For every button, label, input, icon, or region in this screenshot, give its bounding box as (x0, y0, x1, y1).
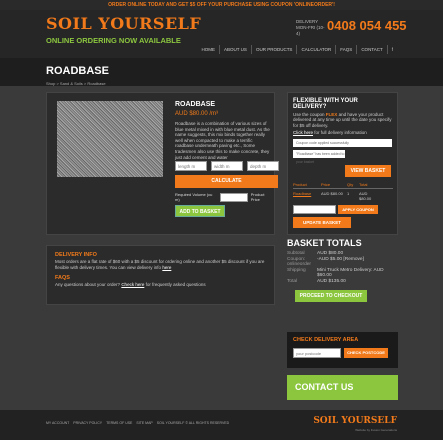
cart-header: Product Price Qty Total (293, 182, 393, 189)
delivery-info-title: DELIVERY INFO (55, 252, 97, 258)
update-basket-button[interactable]: UPDATE BASKET (293, 217, 351, 228)
check-delivery-area: CHECK DELIVERY AREA CHECK POSTCODE (287, 332, 398, 368)
phone-number[interactable]: 0408 054 455 (327, 18, 407, 33)
nav-products[interactable]: OUR PRODUCTS (250, 45, 297, 54)
volume-label: Required Volume (cu m) (175, 192, 213, 202)
promo-banner: ORDER ONLINE TODAY AND GET $5 OFF YOUR P… (0, 0, 443, 10)
facebook-icon[interactable]: f (386, 45, 397, 54)
length-input[interactable] (175, 161, 207, 171)
product-panel: ROADBASE AUD $80.00 /m³ Roadbase is a co… (46, 92, 279, 235)
flex-link-row: Click here for full delivery information (293, 130, 367, 136)
faqs-text: Any questions about your order? Check he… (55, 281, 206, 287)
footer-logo: SOIL YOURSELF (313, 416, 397, 426)
volume-row: Required Volume (cu m) Product Price (175, 192, 274, 202)
nav-faqs[interactable]: FAQS (335, 45, 356, 54)
added-notice: "Roadbase" has been added to your basket (293, 149, 345, 164)
delivery-info-link[interactable]: here (162, 265, 171, 270)
depth-input[interactable] (247, 161, 279, 171)
footer-link-sitemap[interactable]: SITE MAP (136, 421, 152, 425)
check-area-title: CHECK DELIVERY AREA (293, 337, 359, 343)
calculate-button[interactable]: CALCULATE (175, 175, 278, 188)
totals-row: Shipping Mini Truck Metro Delivery: AUD $… (287, 267, 384, 279)
faqs-title: FAQS (55, 274, 70, 281)
coupon-notice: Coupon code applied successfully (293, 138, 392, 147)
product-title: ROADBASE (175, 101, 216, 108)
flexible-delivery-panel: FLEXIBLE WITH YOUR DELIVERY? Use the cou… (287, 92, 398, 235)
flex-link[interactable]: Click here (293, 130, 313, 135)
nav-about[interactable]: ABOUT US (219, 45, 251, 54)
faqs-link[interactable]: Check here (121, 282, 144, 287)
nav-calculator[interactable]: CALCULATOR (296, 45, 335, 54)
delivery-hours: DELIVERY MON-FRI (10-4) (296, 19, 325, 36)
contact-us-button[interactable]: CONTACT US (287, 375, 398, 400)
view-basket-button[interactable]: VIEW BASKET (345, 165, 391, 177)
postcode-input[interactable] (293, 348, 341, 358)
product-description: Roadbase is a combination of various siz… (175, 121, 270, 160)
totals-title: BASKET TOTALS (287, 238, 362, 248)
product-price-label: Product Price (250, 192, 265, 202)
proceed-to-checkout-button[interactable]: PROCEED TO CHECKOUT (295, 289, 367, 302)
basket-totals: BASKET TOTALS Subtotal AUD $80.00 Coupon:… (287, 238, 398, 302)
footer-credit: Website by Fusion Generations (355, 428, 397, 432)
coupon-input[interactable] (293, 205, 336, 214)
breadcrumb[interactable]: Shop > Sand & Soils > Roadbase (46, 81, 106, 86)
info-panel: DELIVERY INFO Most orders are a flat rat… (46, 245, 275, 305)
product-price: AUD $80.00 /m³ (175, 111, 219, 117)
apply-coupon-button[interactable]: APPLY COUPON (338, 205, 378, 214)
flex-title: FLEXIBLE WITH YOUR DELIVERY? (293, 98, 358, 110)
footer: MY ACCOUNT PRIVACY POLICY TERMS OF USE S… (0, 410, 443, 440)
logo[interactable]: SOIL YOURSELF (46, 14, 201, 33)
cart-row: Roadbase AUD $80.00 1 AUD $80.00 (293, 191, 372, 201)
width-input[interactable] (211, 161, 243, 171)
dimension-inputs (175, 161, 279, 171)
footer-link-privacy[interactable]: PRIVACY POLICY (73, 421, 102, 425)
totals-row: Total AUD $135.00 (287, 278, 346, 284)
footer-links: MY ACCOUNT PRIVACY POLICY TERMS OF USE S… (46, 421, 229, 425)
footer-link-terms[interactable]: TERMS OF USE (106, 421, 132, 425)
page-title: ROADBASE (46, 65, 109, 77)
delivery-info-text: Most orders are a flat rate of $60 with … (55, 259, 265, 270)
nav-contact[interactable]: CONTACT (356, 45, 386, 54)
check-postcode-button[interactable]: CHECK POSTCODE (344, 348, 388, 358)
nav-home[interactable]: HOME (198, 45, 220, 54)
footer-link-account[interactable]: MY ACCOUNT (46, 421, 69, 425)
tagline: ONLINE ORDERING NOW AVAILABLE (46, 36, 181, 45)
volume-input[interactable] (219, 192, 248, 202)
add-to-basket-button[interactable]: ADD TO BASKET (175, 205, 225, 217)
totals-row: Coupon: onlineorder -AUD $5.00 [Remove] (287, 256, 364, 268)
flex-text: Use the coupon FLEX and have your produc… (293, 112, 392, 128)
header: SOIL YOURSELF ONLINE ORDERING NOW AVAILA… (0, 10, 443, 58)
product-image (57, 101, 163, 177)
cart-table: Product Price Qty Total Roadbase AUD $80… (293, 182, 393, 203)
cart-product-link[interactable]: Roadbase (293, 191, 321, 201)
footer-copyright: SOIL YOURSELF © ALL RIGHTS RESERVED (156, 421, 230, 425)
main-nav: HOME ABOUT US OUR PRODUCTS CALCULATOR FA… (198, 45, 397, 54)
